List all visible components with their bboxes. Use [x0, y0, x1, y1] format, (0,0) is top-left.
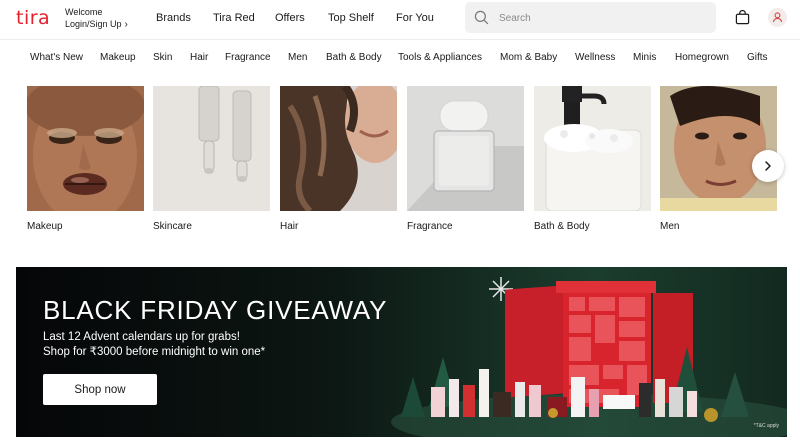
login-signup-label: Login/Sign Up [65, 19, 122, 29]
banner-line-2: Shop for ₹3000 before midnight to win on… [43, 346, 266, 358]
user-account-button[interactable] [768, 8, 787, 27]
shop-now-button[interactable]: Shop now [43, 374, 157, 405]
catnav-minis[interactable]: Minis [633, 52, 656, 63]
hair-image [280, 86, 397, 211]
category-label: Bath & Body [534, 221, 590, 232]
advent-calendar-illustration [391, 277, 787, 437]
tira-logo[interactable]: tira [16, 7, 50, 29]
nav-for-you[interactable]: For You [396, 12, 434, 24]
catnav-makeup[interactable]: Makeup [100, 52, 136, 63]
category-carousel: Makeup Skincare Hair Fragrance Bath & Bo… [0, 86, 800, 236]
category-card-bath-body[interactable]: Bath & Body [534, 86, 651, 232]
bath-body-image [534, 86, 651, 211]
login-link[interactable]: Welcome Login/Sign Up › [65, 6, 128, 31]
chevron-right-icon [765, 161, 771, 171]
category-card-fragrance[interactable]: Fragrance [407, 86, 524, 232]
banner-line-1: Last 12 Advent calendars up for grabs! [43, 331, 240, 343]
user-icon [772, 12, 783, 23]
top-header: tira Welcome Login/Sign Up › Brands Tira … [0, 0, 800, 40]
men-image [660, 86, 777, 211]
shopping-bag-icon[interactable] [735, 10, 750, 25]
terms-apply-note: *T&C apply [753, 423, 779, 429]
fragrance-image [407, 86, 524, 211]
nav-brands[interactable]: Brands [156, 12, 191, 24]
banner-title: BLACK FRIDAY GIVEAWAY [43, 295, 388, 325]
catnav-men[interactable]: Men [288, 52, 307, 63]
catnav-fragrance[interactable]: Fragrance [225, 52, 271, 63]
category-label: Fragrance [407, 221, 453, 232]
nav-tira-red[interactable]: Tira Red [213, 12, 255, 24]
makeup-image [27, 86, 144, 211]
search-box[interactable] [465, 2, 716, 33]
banner-subtitle: Last 12 Advent calendars up for grabs! S… [43, 330, 265, 360]
search-input[interactable] [499, 9, 699, 27]
nav-offers[interactable]: Offers [275, 12, 305, 24]
category-nav: What's New Makeup Skin Hair Fragrance Me… [0, 41, 800, 75]
category-label: Hair [280, 221, 299, 232]
search-icon [474, 10, 489, 25]
catnav-homegrown[interactable]: Homegrown [675, 52, 729, 63]
catnav-bath-body[interactable]: Bath & Body [326, 52, 382, 63]
carousel-next-button[interactable] [752, 150, 784, 182]
catnav-tools-appliances[interactable]: Tools & Appliances [398, 52, 482, 63]
chevron-right-icon: › [124, 19, 128, 30]
category-label: Men [660, 221, 680, 232]
catnav-skin[interactable]: Skin [153, 52, 172, 63]
catnav-gifts[interactable]: Gifts [747, 52, 768, 63]
category-card-makeup[interactable]: Makeup [27, 86, 144, 232]
black-friday-banner[interactable]: BLACK FRIDAY GIVEAWAY Last 12 Advent cal… [16, 267, 787, 437]
category-label: Makeup [27, 221, 63, 232]
nav-top-shelf[interactable]: Top Shelf [328, 12, 374, 24]
catnav-wellness[interactable]: Wellness [575, 52, 615, 63]
category-card-hair[interactable]: Hair [280, 86, 397, 232]
catnav-mom-baby[interactable]: Mom & Baby [500, 52, 557, 63]
skincare-image [153, 86, 270, 211]
category-label: Skincare [153, 221, 192, 232]
catnav-hair[interactable]: Hair [190, 52, 208, 63]
catnav-whats-new[interactable]: What's New [30, 52, 83, 63]
welcome-text: Welcome [65, 7, 103, 17]
category-card-skincare[interactable]: Skincare [153, 86, 270, 232]
